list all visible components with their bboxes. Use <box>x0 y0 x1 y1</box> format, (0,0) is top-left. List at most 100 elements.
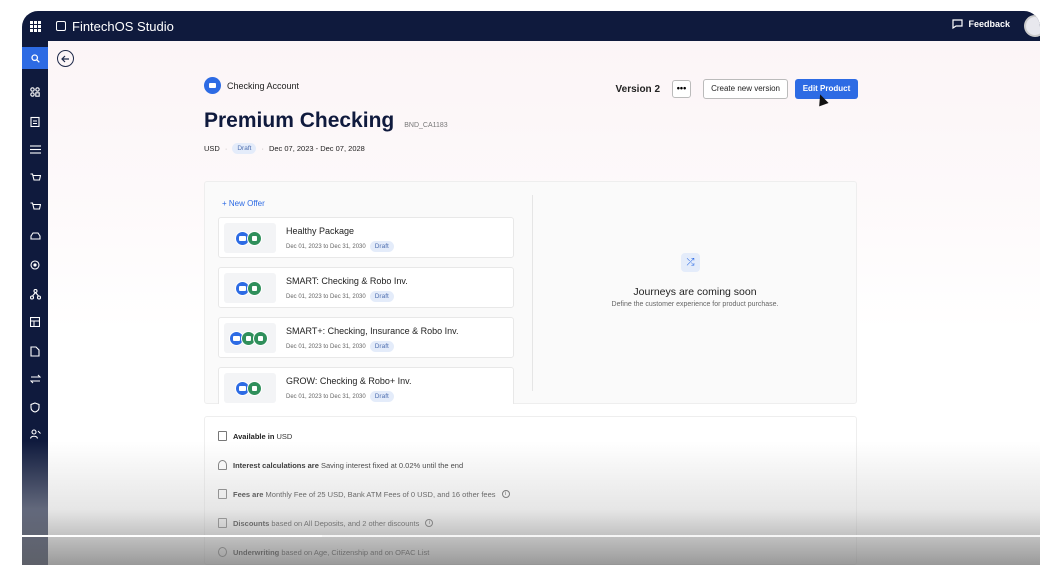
offer-logo <box>224 323 276 353</box>
wellness-icon <box>247 230 262 246</box>
status-badge: Draft <box>369 391 394 402</box>
summary-interest-label: Interest calculations are <box>233 460 319 470</box>
offer-dates: Dec 01, 2023 to Dec 31, 2030 <box>286 243 366 250</box>
user-icon <box>218 547 227 557</box>
sidebar-item-search[interactable] <box>22 47 48 69</box>
summary-fees: Fees are Monthly Fee of 25 USD, Bank ATM… <box>218 489 510 499</box>
car-icon <box>29 232 41 240</box>
arrow-left-icon <box>61 55 69 62</box>
feedback-button[interactable]: Feedback <box>952 19 1010 29</box>
summary-fees-label: Fees are <box>233 489 264 499</box>
offer-name: SMART: Checking & Robo Inv. <box>286 276 408 286</box>
summary-available: Available in USD <box>218 431 292 441</box>
new-offer-button[interactable]: + New Offer <box>222 199 265 208</box>
sidebar-item-list[interactable] <box>22 138 48 160</box>
create-new-version-button[interactable]: Create new version <box>703 79 788 99</box>
sidebar-item-target[interactable] <box>22 254 48 276</box>
summary-fees-value: Monthly Fee of 25 USD, Bank ATM Fees of … <box>265 489 496 499</box>
summary-underwriting-value: based on Age, Citizenship and on OFAC Li… <box>281 547 430 557</box>
offer-logo <box>224 273 276 303</box>
status-badge: Draft <box>369 341 394 352</box>
journeys-subtitle: Define the customer experience for produ… <box>611 301 779 308</box>
product-meta: USD · Draft · Dec 07, 2023 - Dec 07, 202… <box>204 143 858 154</box>
avatar[interactable] <box>1024 15 1040 37</box>
video-progress-bar[interactable] <box>22 535 1040 537</box>
summary-discounts: Discounts based on All Deposits, and 2 o… <box>218 518 434 528</box>
sidebar-item-transfer[interactable] <box>22 368 48 390</box>
shield-icon <box>30 401 40 413</box>
sidebar <box>22 41 48 565</box>
summary-available-value: USD <box>276 431 293 441</box>
offer-logo <box>224 223 276 253</box>
offer-dates: Dec 01, 2023 to Dec 31, 2030 <box>286 293 366 300</box>
network-icon <box>29 288 41 300</box>
currency-label: USD <box>204 144 220 153</box>
offer-name: Healthy Package <box>286 226 355 236</box>
sidebar-item-document[interactable] <box>22 340 48 362</box>
offer-dates: Dec 01, 2023 to Dec 31, 2030 <box>286 393 366 400</box>
feedback-label: Feedback <box>968 19 1010 29</box>
summary-discounts-label: Discounts <box>233 518 270 528</box>
video-progress-fill <box>22 535 322 537</box>
offers-card: + New Offer Healthy Package Dec 01, 2023… <box>204 181 857 404</box>
fees-icon <box>218 489 227 499</box>
sidebar-item-dashboard[interactable] <box>22 81 48 103</box>
summary-underwriting: Underwriting based on Age, Citizenship a… <box>218 547 429 557</box>
robo-investing-icon <box>253 330 268 346</box>
list-item[interactable]: Healthy Package Dec 01, 2023 to Dec 31, … <box>218 217 514 258</box>
back-button[interactable] <box>57 50 74 67</box>
list-item[interactable]: SMART: Checking & Robo Inv. Dec 01, 2023… <box>218 267 514 308</box>
sidebar-item-user[interactable] <box>22 423 48 445</box>
sidebar-item-cart-2[interactable] <box>22 196 48 218</box>
summary-interest: Interest calculations are Saving interes… <box>218 460 463 470</box>
journeys-title: Journeys are coming soon <box>633 286 757 298</box>
app-brand[interactable]: FintechOS Studio <box>56 19 174 34</box>
cart-icon-2 <box>30 202 41 210</box>
app-grid-icon[interactable] <box>22 11 48 41</box>
status-badge: Draft <box>369 241 394 252</box>
sidebar-item-clipboard[interactable] <box>22 110 48 132</box>
offer-name: GROW: Checking & Robo+ Inv. <box>286 376 412 386</box>
summary-underwriting-label: Underwriting <box>233 547 280 557</box>
status-badge: Draft <box>232 143 257 154</box>
target-icon <box>30 260 40 270</box>
sidebar-item-shield[interactable] <box>22 396 48 418</box>
info-icon[interactable]: i <box>425 519 434 527</box>
list-item[interactable]: SMART+: Checking, Insurance & Robo Inv. … <box>218 317 514 358</box>
checking-account-icon <box>204 77 221 94</box>
separator: · <box>261 144 264 153</box>
chat-icon <box>952 19 964 29</box>
separator: · <box>224 144 228 153</box>
summary-available-label: Available in <box>233 431 275 441</box>
transfer-icon <box>29 374 41 384</box>
version-label: Version 2 <box>615 84 660 95</box>
offer-logo <box>224 373 276 403</box>
info-icon[interactable]: i <box>501 490 510 498</box>
app-title: FintechOS Studio <box>72 18 174 34</box>
robo-investing-icon <box>247 280 262 296</box>
date-range: Dec 07, 2023 - Dec 07, 2028 <box>268 144 365 153</box>
coins-icon <box>218 460 227 470</box>
more-options-button[interactable]: ••• <box>672 80 691 98</box>
offer-dates: Dec 01, 2023 to Dec 31, 2030 <box>286 343 366 350</box>
cart-icon <box>30 173 41 181</box>
sidebar-item-network[interactable] <box>22 283 48 305</box>
sidebar-item-cart[interactable] <box>22 167 48 189</box>
status-badge: Draft <box>369 291 394 302</box>
sidebar-item-table[interactable] <box>22 311 48 333</box>
offer-name: SMART+: Checking, Insurance & Robo Inv. <box>286 326 459 336</box>
list-item[interactable]: GROW: Checking & Robo+ Inv. Dec 01, 2023… <box>218 367 514 404</box>
shuffle-icon: ⤮ <box>681 253 700 272</box>
product-summary: Available in USD Interest calculations a… <box>204 416 857 565</box>
edit-product-button[interactable]: Edit Product <box>795 79 858 99</box>
logo-icon <box>56 21 66 31</box>
page-title: Premium Checking <box>204 109 395 132</box>
top-bar: FintechOS Studio Feedback <box>22 11 1040 41</box>
offer-list[interactable]: Healthy Package Dec 01, 2023 to Dec 31, … <box>218 217 514 404</box>
product-type-label: Checking Account <box>227 80 300 91</box>
sidebar-item-car[interactable] <box>22 226 48 248</box>
user-icon <box>29 429 41 439</box>
summary-interest-value: Saving interest fixed at 0.02% until the… <box>320 460 464 470</box>
summary-discounts-value: based on All Deposits, and 2 other disco… <box>271 518 420 528</box>
product-header: Checking Account Version 2 ••• Create ne… <box>204 77 858 154</box>
